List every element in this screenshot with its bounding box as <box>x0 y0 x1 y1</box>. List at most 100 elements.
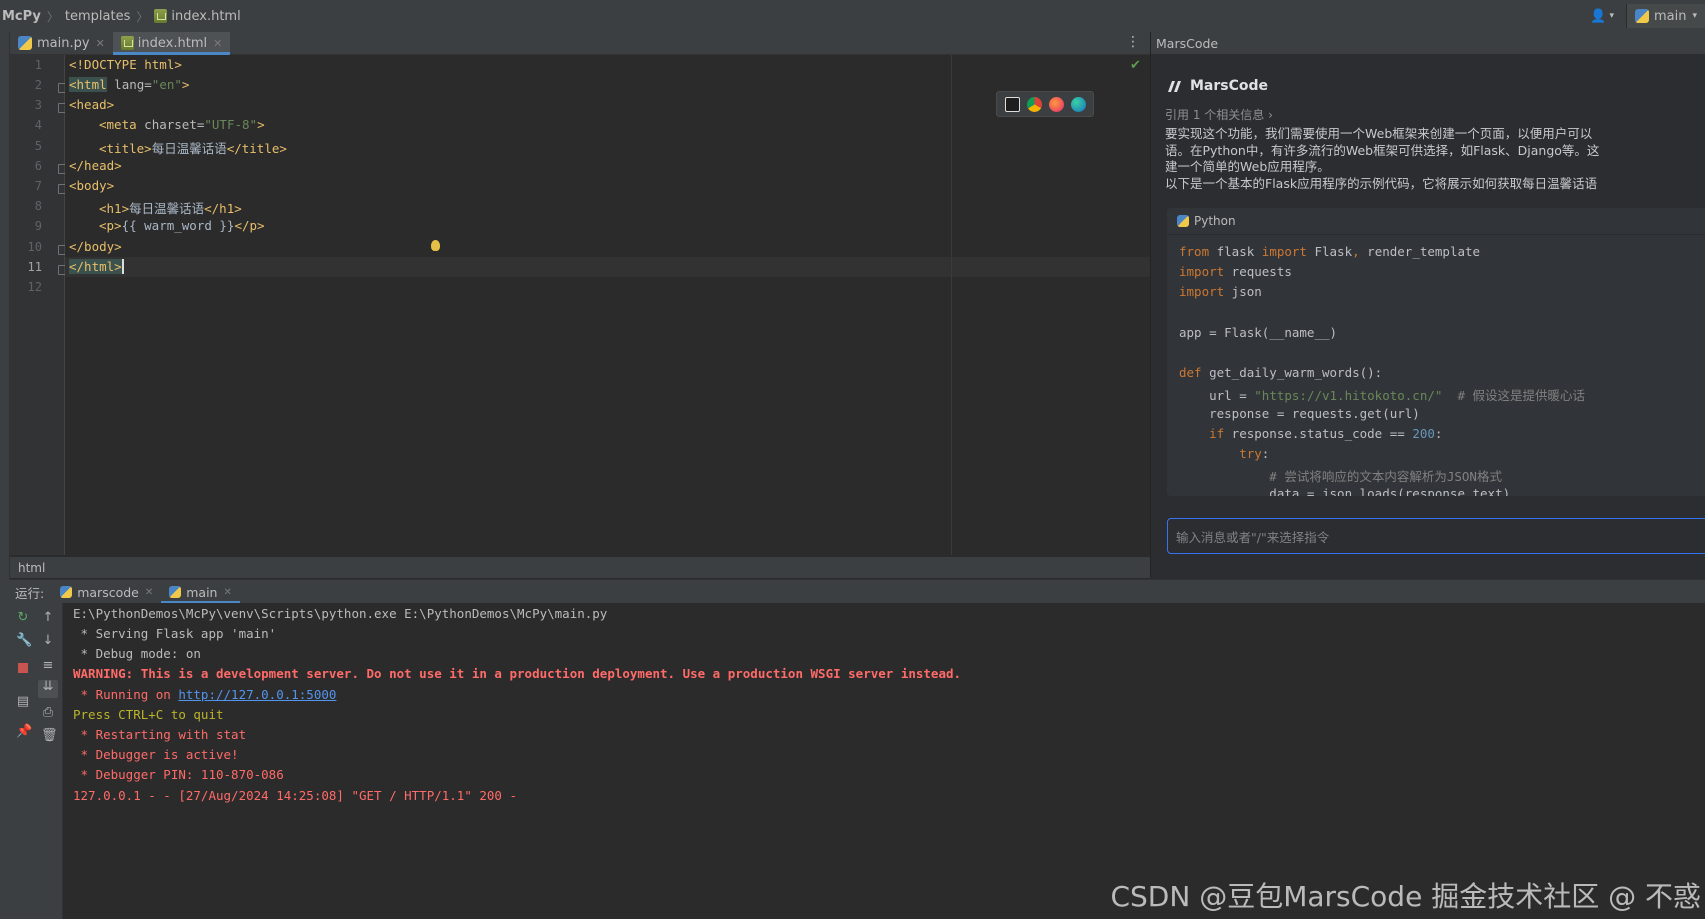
navigation-bar: McPy 〉 templates 〉 index.html 👤 ▾ main ▾ <box>0 0 1705 33</box>
console-line: * Debugger is active! <box>73 747 239 762</box>
console-warning: WARNING: This is a development server. D… <box>73 666 962 681</box>
code-editor[interactable]: <!DOCTYPE html> <html lang="en"> <head> … <box>65 55 1150 555</box>
code-language-label: Python <box>1194 214 1236 228</box>
scroll-to-end-icon[interactable]: ⇊ <box>38 680 58 698</box>
marscode-panel: MarsCode MarsCode 引用 1 个相关信息 › 要实现这个功能，我… <box>1150 32 1705 578</box>
editor-breadcrumb[interactable]: html <box>10 556 1150 578</box>
message-line: 以下是一个基本的Flask应用程序的示例代码，它将展示如何获取每日温馨话语 <box>1165 175 1598 191</box>
close-icon[interactable]: ✕ <box>213 37 222 50</box>
console-line: * Debug mode: on <box>73 646 201 661</box>
breadcrumb-project[interactable]: McPy <box>0 0 45 32</box>
run-toolbar: ↻ ↑ ↓ 🔧 ≡ ⇊ ▤ ⎙ 📌 🗑 <box>9 603 63 919</box>
tab-index-html[interactable]: index.html ✕ <box>112 32 231 55</box>
chat-input[interactable]: 输入消息或者"/"来选择指令 <box>1167 518 1705 554</box>
line-number: 9 <box>34 219 42 233</box>
breadcrumb-folder[interactable]: templates <box>61 0 134 32</box>
reference-link[interactable]: 引用 1 个相关信息 › <box>1165 106 1273 123</box>
localhost-link[interactable]: http://127.0.0.1:5000 <box>178 687 336 702</box>
close-icon[interactable]: ✕ <box>145 587 153 598</box>
tab-main-py[interactable]: main.py ✕ <box>10 32 113 54</box>
line-number: 10 <box>27 240 42 254</box>
browser-preview-popup <box>996 91 1094 117</box>
run-label: 运行: <box>15 585 45 601</box>
line-number: 6 <box>34 159 42 173</box>
run-tab-bar: 运行: marscode ✕ main ✕ <box>9 579 1705 604</box>
run-config-selector[interactable]: main ▾ <box>1625 4 1705 28</box>
code-line-5: <title>每日温馨话语</title> <box>99 141 287 156</box>
python-file-icon <box>18 36 32 50</box>
assistant-message: 要实现这个功能，我们需要使用一个Web框架来创建一个页面，以便用户可以 语。在P… <box>1165 126 1705 192</box>
run-tab-label: marscode <box>77 584 139 600</box>
user-menu-button[interactable]: 👤 ▾ <box>1578 4 1626 28</box>
check-icon[interactable]: ✔ <box>1130 58 1141 73</box>
run-console[interactable]: E:\PythonDemos\McPy\venv\Scripts\python.… <box>63 603 1705 919</box>
stop-icon[interactable] <box>16 663 30 677</box>
text-caret <box>121 259 124 274</box>
chevron-right-icon: 〉 <box>46 9 59 24</box>
line-number: 5 <box>34 139 42 153</box>
wrench-icon[interactable]: 🔧 <box>16 634 32 648</box>
layout-icon[interactable]: ▤ <box>16 695 30 709</box>
edge-icon[interactable] <box>1070 96 1086 112</box>
more-vertical-icon[interactable]: ⋮ <box>1126 34 1140 50</box>
message-line: 建一个简单的Web应用程序。 <box>1165 159 1330 174</box>
console-line: Press CTRL+C to quit <box>73 707 224 722</box>
code-line-9: <p>{{ warm_word }}</p> <box>99 218 265 233</box>
code-line: data = json.loads(response.text) <box>1179 486 1511 496</box>
tab-label: index.html <box>137 35 208 51</box>
marscode-title-label: MarsCode <box>1190 78 1269 94</box>
arrow-up-icon[interactable]: ↑ <box>41 611 55 625</box>
pycharm-browser-icon[interactable] <box>1004 96 1020 112</box>
line-number: 1 <box>34 58 42 72</box>
code-block: Python from flask import Flask, render_t… <box>1167 208 1705 496</box>
chrome-icon[interactable] <box>1026 96 1042 112</box>
watermark: CSDN @豆包MarsCode 掘金技术社区 @ 不惑 <box>1110 880 1701 913</box>
print-icon[interactable]: ⎙ <box>41 706 55 720</box>
console-line: * Debugger PIN: 110-870-086 <box>73 767 284 782</box>
line-number: 11 <box>27 260 42 274</box>
line-number: 2 <box>34 78 42 92</box>
code-line-4: <meta charset="UTF-8"> <box>99 117 265 132</box>
arrow-down-icon[interactable]: ↓ <box>41 634 55 648</box>
run-tab-label: main <box>186 584 218 600</box>
code-line-2: <html lang="en"> <box>69 77 190 92</box>
close-icon[interactable]: ✕ <box>96 37 105 50</box>
code-line-3: <head> <box>69 97 115 112</box>
chat-input-placeholder: 输入消息或者"/"来选择指令 <box>1176 529 1330 545</box>
marscode-title: MarsCode <box>1169 78 1268 94</box>
code-line: response = requests.get(url) <box>1179 406 1420 421</box>
close-icon[interactable]: ✕ <box>223 587 231 598</box>
panel-header-title: MarsCode <box>1156 35 1219 51</box>
python-icon <box>1634 9 1649 23</box>
code-line-6: </head> <box>69 158 122 173</box>
message-line: 要实现这个功能，我们需要使用一个Web框架来创建一个页面，以便用户可以 <box>1165 126 1593 141</box>
run-tab-marscode[interactable]: marscode ✕ <box>52 580 161 604</box>
firefox-icon[interactable] <box>1048 96 1064 112</box>
breadcrumb-html[interactable]: html <box>18 561 45 575</box>
html-file-icon <box>120 36 134 50</box>
code-line: from flask import Flask, render_template <box>1179 244 1481 259</box>
user-icon: 👤 <box>1590 8 1607 24</box>
lightbulb-icon[interactable] <box>431 240 440 251</box>
line-number: 4 <box>34 118 42 132</box>
soft-wrap-icon[interactable]: ≡ <box>41 659 55 673</box>
editor-tab-bar: main.py ✕ index.html ✕ ⋮ <box>10 32 1150 55</box>
code-line: app = Flask(__name__) <box>1179 325 1338 340</box>
chevron-down-icon: ▾ <box>1692 11 1697 21</box>
code-line-11: </html> <box>69 259 124 274</box>
run-config-label: main <box>1653 8 1687 24</box>
code-block-header: Python <box>1167 208 1705 235</box>
pin-icon[interactable]: 📌 <box>16 725 32 739</box>
code-line-8: <h1>每日温馨话语</h1> <box>99 201 242 216</box>
run-tab-main[interactable]: main ✕ <box>161 580 240 604</box>
rerun-icon[interactable]: ↻ <box>16 611 30 625</box>
breadcrumb-file-label: index.html <box>171 8 241 24</box>
chevron-down-icon: ▾ <box>1609 11 1614 21</box>
breadcrumb-file[interactable]: index.html <box>150 0 244 32</box>
trash-icon[interactable]: 🗑 <box>41 729 58 743</box>
line-number: 7 <box>34 179 42 193</box>
marscode-panel-header: MarsCode <box>1151 32 1705 54</box>
console-line: 127.0.0.1 - - [27/Aug/2024 14:25:08] "GE… <box>73 788 518 803</box>
marscode-logo-icon <box>1169 81 1182 92</box>
code-line: def get_daily_warm_words(): <box>1179 365 1383 380</box>
